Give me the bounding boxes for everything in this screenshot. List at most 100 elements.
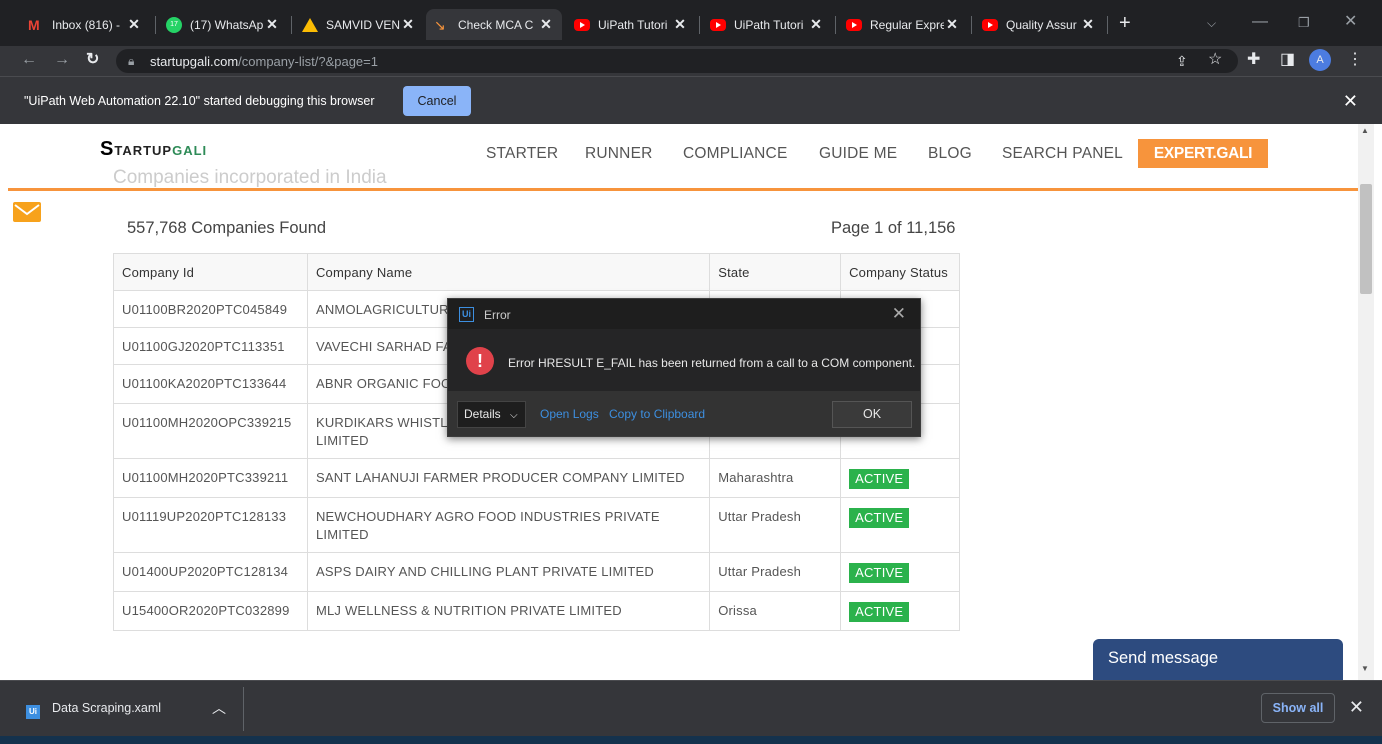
tab-title: Check MCA C	[458, 17, 534, 32]
side-panel-icon[interactable]: ◨	[1280, 52, 1295, 68]
tab-uipath-tutorial-2[interactable]: UiPath Tutori ✕	[702, 9, 832, 40]
cell-company-id: U01100GJ2020PTC113351	[113, 327, 308, 365]
tab-whatsapp[interactable]: 17 (17) WhatsAp ✕	[158, 9, 288, 40]
tab-samvid[interactable]: SAMVID VEN ✕	[294, 9, 424, 40]
minimize-icon[interactable]: —	[1252, 14, 1268, 30]
error-dialog: Ui Error ✕ ! Error HRESULT E_FAIL has be…	[447, 298, 921, 437]
uipath-file-icon: Ui	[26, 705, 40, 719]
status-badge: ACTIVE	[849, 602, 910, 622]
dialog-titlebar[interactable]: Ui Error ✕	[448, 299, 920, 329]
copy-to-clipboard-link[interactable]: Copy to Clipboard	[609, 407, 705, 421]
cell-company-name[interactable]: ASPS DAIRY AND CHILLING PLANT PRIVATE LI…	[306, 552, 711, 592]
status-badge: ACTIVE	[849, 563, 910, 583]
tab-title: UiPath Tutori	[598, 17, 668, 32]
scrollbar-thumb[interactable]	[1360, 184, 1372, 294]
download-item[interactable]: Ui Data Scraping.xaml	[26, 701, 161, 719]
details-label: Details	[464, 407, 501, 421]
back-icon[interactable]: ←	[21, 52, 37, 68]
close-tab-icon[interactable]: ✕	[400, 16, 416, 33]
tab-quality-assurance[interactable]: Quality Assur ✕	[974, 9, 1104, 40]
download-filename: Data Scraping.xaml	[52, 701, 162, 715]
cell-company-name[interactable]: SANT LAHANUJI FARMER PRODUCER COMPANY LI…	[306, 458, 711, 498]
scroll-up-icon[interactable]: ▲	[1361, 126, 1369, 135]
show-all-button[interactable]: Show all	[1261, 693, 1335, 723]
open-logs-link[interactable]: Open Logs	[540, 407, 599, 421]
mail-icon[interactable]	[13, 202, 41, 222]
close-tab-icon[interactable]: ✕	[1080, 16, 1096, 33]
share-icon[interactable]: ⇪	[1176, 53, 1188, 69]
restore-icon[interactable]: ❐	[1298, 15, 1310, 31]
col-company-status: Company Status	[840, 253, 960, 291]
col-state: State	[709, 253, 842, 291]
col-company-id: Company Id	[113, 253, 308, 291]
cell-state: Orissa	[709, 591, 842, 631]
cell-company-name[interactable]: NEWCHOUDHARY AGRO FOOD INDUSTRIES PRIVAT…	[306, 497, 711, 553]
tab-title: (17) WhatsAp	[190, 17, 264, 32]
nav-blog[interactable]: BLOG	[928, 145, 972, 163]
download-divider	[243, 687, 244, 731]
page-heading: Companies incorporated in India	[113, 167, 387, 188]
tab-regular-expressions[interactable]: Regular Expre ✕	[838, 9, 968, 40]
cell-company-id: U01400UP2020PTC128134	[113, 552, 308, 592]
cell-status: ACTIVE	[840, 591, 960, 631]
extensions-icon[interactable]: ✚	[1247, 52, 1260, 68]
uipath-logo-icon: Ui	[459, 307, 474, 322]
status-badge: ACTIVE	[849, 469, 910, 489]
close-tab-icon[interactable]: ✕	[808, 16, 824, 33]
download-shelf: Ui Data Scraping.xaml ︿ Show all ✕	[0, 680, 1382, 736]
nav-runner[interactable]: RUNNER	[585, 145, 653, 163]
cancel-debugging-button[interactable]: Cancel	[403, 86, 471, 116]
ok-button[interactable]: OK	[832, 401, 912, 428]
tab-title: Inbox (816) -	[52, 17, 121, 32]
details-dropdown[interactable]: Details ⌵	[457, 401, 526, 428]
expert-gali-button[interactable]: EXPERT.GALI	[1138, 139, 1268, 168]
new-tab-icon[interactable]: +	[1119, 13, 1131, 33]
cell-state: Maharashtra	[709, 458, 842, 498]
drive-icon	[302, 17, 318, 32]
chevron-up-icon[interactable]: ︿	[212, 698, 226, 718]
cell-company-id: U01119UP2020PTC128133	[113, 497, 308, 553]
cell-status: ACTIVE	[840, 552, 960, 592]
tab-search-icon[interactable]: ⌵	[1207, 15, 1216, 31]
cell-company-name[interactable]: MLJ WELLNESS & NUTRITION PRIVATE LIMITED	[306, 591, 711, 631]
close-tab-icon[interactable]: ✕	[264, 16, 280, 33]
close-tab-icon[interactable]: ✕	[126, 16, 142, 33]
send-message-widget[interactable]: Send message	[1093, 639, 1343, 680]
tab-check-mca[interactable]: ↘ Check MCA C ✕	[426, 9, 562, 40]
lock-icon[interactable]: 🔒︎	[128, 53, 134, 69]
profile-avatar[interactable]: A	[1309, 49, 1331, 71]
menu-kebab-icon[interactable]: ⋮	[1347, 52, 1363, 68]
tab-strip: M Inbox (816) - ✕ 17 (17) WhatsAp ✕ SAMV…	[0, 0, 1382, 46]
close-tab-icon[interactable]: ✕	[672, 16, 688, 33]
nav-starter[interactable]: STARTER	[486, 145, 558, 163]
cell-state: Uttar Pradesh	[709, 552, 842, 592]
dialog-close-icon[interactable]: ✕	[892, 304, 906, 324]
scroll-down-icon[interactable]: ▼	[1361, 664, 1369, 673]
close-download-shelf-icon[interactable]: ✕	[1349, 697, 1364, 718]
infobar-close-icon[interactable]: ✕	[1343, 91, 1358, 112]
nav-guide-me[interactable]: GUIDE ME	[819, 145, 897, 163]
bookmark-star-icon[interactable]: ☆	[1208, 52, 1222, 68]
status-badge: ACTIVE	[849, 508, 910, 528]
address-bar[interactable]: 🔒︎ startupgali.com/company-list/?&page=1…	[116, 49, 1238, 73]
gmail-icon: M	[28, 16, 40, 33]
whatsapp-icon: 17	[166, 16, 182, 33]
forward-icon[interactable]: →	[54, 52, 70, 68]
mca-icon: ↘	[434, 16, 446, 33]
tab-uipath-tutorial-1[interactable]: UiPath Tutori ✕	[566, 9, 696, 40]
page-scrollbar[interactable]: ▲ ▼	[1358, 124, 1374, 680]
error-icon: !	[466, 347, 494, 375]
cell-company-id: U01100MH2020PTC339211	[113, 458, 308, 498]
cell-company-id: U01100BR2020PTC045849	[113, 290, 308, 328]
close-tab-icon[interactable]: ✕	[944, 16, 960, 33]
window-close-icon[interactable]: ✕	[1344, 14, 1357, 30]
reload-icon[interactable]: ↻	[86, 52, 99, 68]
startupgali-logo[interactable]: STARTUPGALI	[100, 138, 207, 161]
nav-compliance[interactable]: COMPLIANCE	[683, 145, 788, 163]
tab-title: UiPath Tutori	[734, 17, 804, 32]
debugging-infobar: "UiPath Web Automation 22.10" started de…	[0, 76, 1382, 124]
nav-search-panel[interactable]: SEARCH PANEL	[1002, 145, 1123, 163]
col-company-name: Company Name	[306, 253, 711, 291]
close-tab-icon[interactable]: ✕	[538, 16, 554, 33]
tab-gmail[interactable]: M Inbox (816) - ✕	[20, 9, 150, 40]
